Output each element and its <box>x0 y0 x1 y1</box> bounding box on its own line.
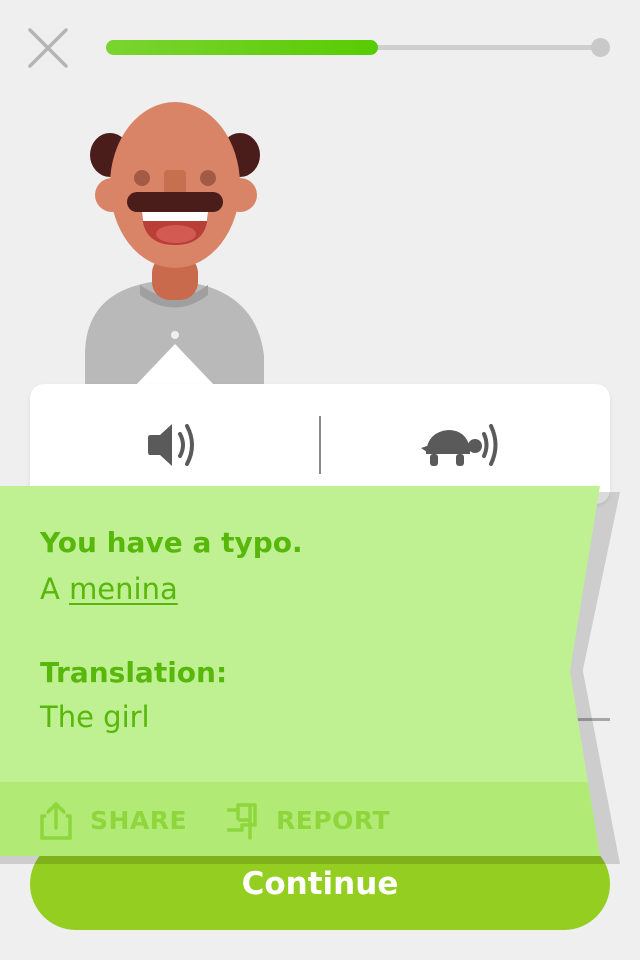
close-icon <box>28 28 68 68</box>
progress-bar <box>106 38 610 57</box>
report-button[interactable]: REPORT <box>224 800 390 840</box>
answer-typo-word: menina <box>69 572 178 606</box>
feedback-title: You have a typo. <box>40 526 303 559</box>
audio-divider <box>319 416 321 474</box>
play-audio-button[interactable] <box>130 404 220 484</box>
continue-label: Continue <box>241 866 399 902</box>
translation-title: Translation: <box>40 656 228 689</box>
speaker-icon <box>148 424 194 466</box>
feedback-answer: A menina <box>40 572 178 606</box>
answer-prefix: A <box>40 572 70 606</box>
feedback-footer: SHARE REPORT <box>0 782 600 856</box>
turtle-speaker-icon <box>421 424 498 466</box>
feedback-banner: You have a typo. A menina Translation: T… <box>0 486 600 856</box>
share-icon <box>40 802 72 840</box>
slow-audio-button[interactable] <box>418 404 508 484</box>
progress-fill <box>106 40 378 55</box>
progress-end-dot <box>591 38 610 57</box>
card-pointer <box>135 344 215 386</box>
share-button[interactable]: SHARE <box>40 800 187 840</box>
translation-text: The girl <box>40 700 150 734</box>
close-button[interactable] <box>26 26 70 70</box>
share-label: SHARE <box>90 805 188 835</box>
flag-icon <box>227 803 257 840</box>
report-label: REPORT <box>276 805 391 835</box>
